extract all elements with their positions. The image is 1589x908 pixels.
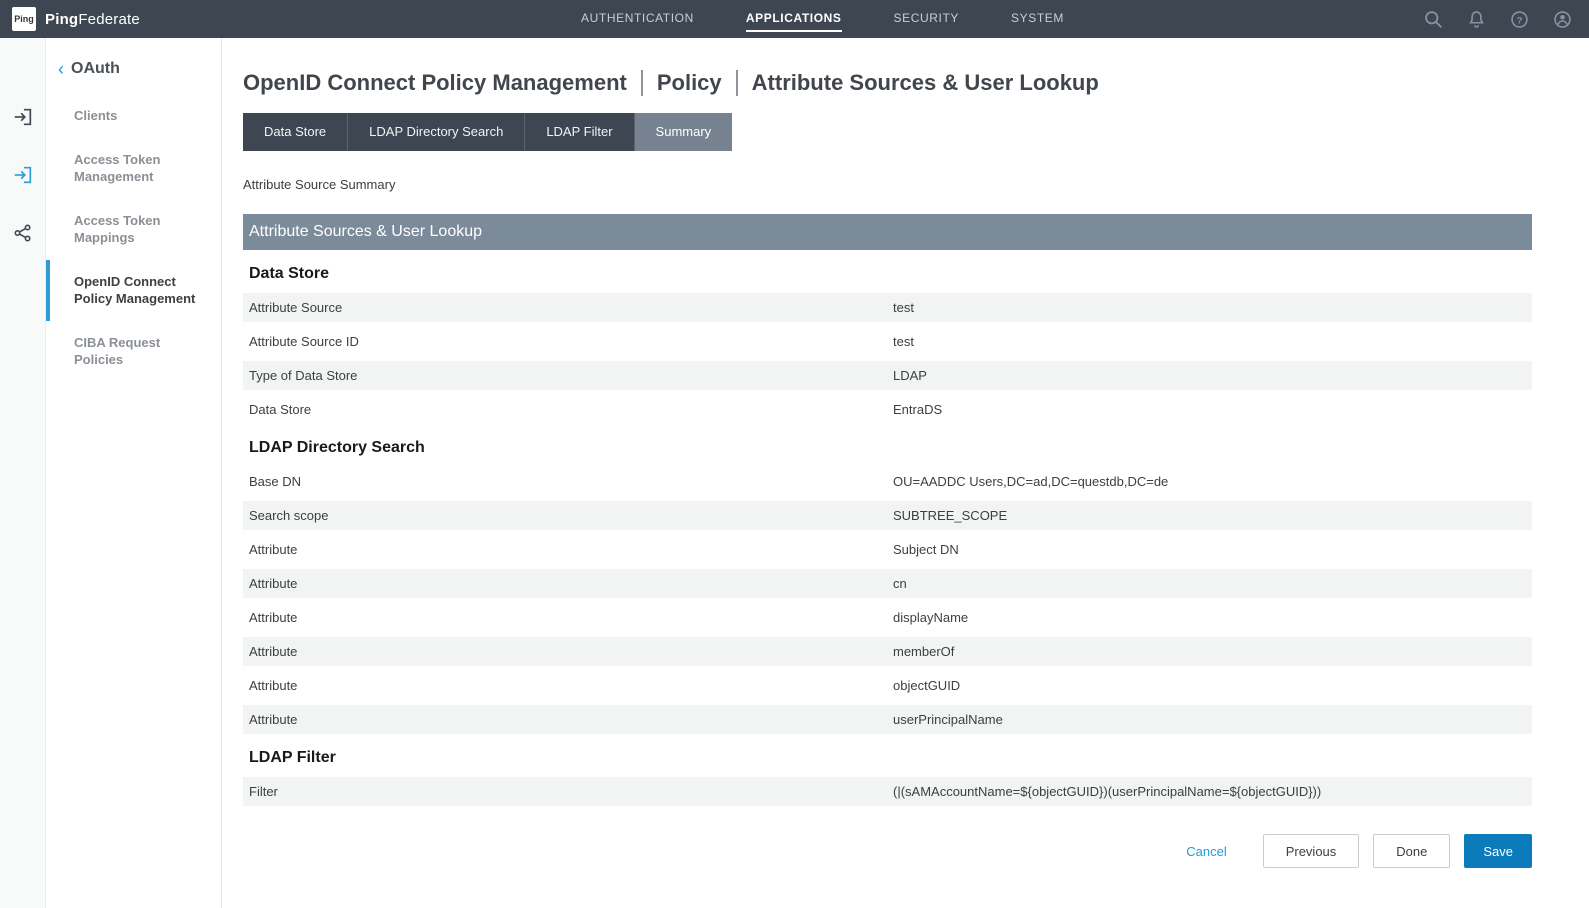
tab-summary[interactable]: Summary	[635, 113, 733, 151]
section-heading-ldap-directory-search: LDAP Directory Search	[249, 439, 1532, 457]
breadcrumb-part-policy: Policy	[657, 70, 722, 96]
summary-row: Search scope SUBTREE_SCOPE	[243, 501, 1532, 530]
row-label: Attribute Source ID	[243, 334, 893, 349]
row-value: SUBTREE_SCOPE	[893, 508, 1532, 523]
summary-row: Attribute userPrincipalName	[243, 705, 1532, 734]
summary-row: Attribute objectGUID	[243, 671, 1532, 700]
row-value: EntraDS	[893, 402, 1532, 417]
row-label: Filter	[243, 784, 893, 799]
summary-row: Attribute Source test	[243, 293, 1532, 322]
connections-icon[interactable]	[12, 222, 34, 244]
previous-button[interactable]: Previous	[1263, 834, 1360, 868]
save-button[interactable]: Save	[1464, 834, 1532, 868]
summary-row: Filter (|(sAMAccountName=${objectGUID})(…	[243, 777, 1532, 806]
row-value: test	[893, 300, 1532, 315]
topnav-item-system[interactable]: SYSTEM	[1011, 7, 1064, 32]
account-icon[interactable]	[1552, 9, 1573, 30]
row-value: OU=AADDC Users,DC=ad,DC=questdb,DC=de	[893, 474, 1532, 489]
top-navigation: AUTHENTICATION APPLICATIONS SECURITY SYS…	[242, 7, 1403, 32]
summary-row: Attribute memberOf	[243, 637, 1532, 666]
done-button[interactable]: Done	[1373, 834, 1450, 868]
section-heading-ldap-filter: LDAP Filter	[249, 749, 1532, 767]
breadcrumb-part-policy-management: OpenID Connect Policy Management	[243, 70, 627, 96]
sidebar-item-clients[interactable]: Clients	[46, 94, 221, 138]
main-content: OpenID Connect Policy Management Policy …	[222, 70, 1589, 888]
row-label: Base DN	[243, 474, 893, 489]
row-label: Attribute	[243, 644, 893, 659]
chevron-left-icon: ‹	[58, 60, 64, 78]
breadcrumb-separator	[736, 70, 738, 96]
sidebar-back-label: OAuth	[71, 60, 120, 78]
row-value: displayName	[893, 610, 1532, 625]
brand-name-bold: Ping	[45, 11, 78, 28]
topnav-item-authentication[interactable]: AUTHENTICATION	[581, 7, 694, 32]
breadcrumb-part-attribute-sources: Attribute Sources & User Lookup	[752, 70, 1099, 96]
sidebar-item-openid-connect-policy-management[interactable]: OpenID Connect Policy Management	[46, 260, 221, 321]
row-label: Attribute	[243, 542, 893, 557]
sidebar: ‹ OAuth Clients Access Token Management …	[0, 38, 222, 908]
pingfederate-logo-icon: Ping	[12, 7, 36, 31]
row-label: Search scope	[243, 508, 893, 523]
row-label: Attribute	[243, 610, 893, 625]
top-bar: Ping PingFederate AUTHENTICATION APPLICA…	[0, 0, 1589, 38]
summary-row: Type of Data Store LDAP	[243, 361, 1532, 390]
row-value: userPrincipalName	[893, 712, 1532, 727]
row-value: Subject DN	[893, 542, 1532, 557]
summary-row: Attribute displayName	[243, 603, 1532, 632]
row-label: Type of Data Store	[243, 368, 893, 383]
row-label: Data Store	[243, 402, 893, 417]
tab-ldap-directory-search[interactable]: LDAP Directory Search	[348, 113, 525, 151]
topnav-item-applications[interactable]: APPLICATIONS	[746, 7, 842, 32]
breadcrumb-separator	[641, 70, 643, 96]
tab-data-store[interactable]: Data Store	[243, 113, 348, 151]
tab-ldap-filter[interactable]: LDAP Filter	[525, 113, 634, 151]
summary-row: Attribute Subject DN	[243, 535, 1532, 564]
summary-caption: Attribute Source Summary	[243, 177, 1532, 192]
row-label: Attribute	[243, 678, 893, 693]
svg-text:?: ?	[1517, 15, 1523, 26]
row-value: (|(sAMAccountName=${objectGUID})(userPri…	[893, 784, 1532, 799]
row-value: memberOf	[893, 644, 1532, 659]
help-icon[interactable]: ?	[1509, 9, 1530, 30]
brand-name-light: Federate	[78, 11, 140, 28]
row-value: objectGUID	[893, 678, 1532, 693]
row-value: test	[893, 334, 1532, 349]
footer-actions: Cancel Previous Done Save	[243, 834, 1532, 888]
summary-row: Base DN OU=AADDC Users,DC=ad,DC=questdb,…	[243, 467, 1532, 496]
section-heading-data-store: Data Store	[249, 265, 1532, 283]
sidebar-back-oauth[interactable]: ‹ OAuth	[58, 60, 221, 78]
row-label: Attribute Source	[243, 300, 893, 315]
sidebar-icon-strip	[0, 38, 46, 908]
summary-row: Attribute Source ID test	[243, 327, 1532, 356]
page-title: OpenID Connect Policy Management Policy …	[243, 70, 1532, 96]
signon-icon[interactable]	[12, 106, 34, 128]
summary-row: Data Store EntraDS	[243, 395, 1532, 424]
row-value: cn	[893, 576, 1532, 591]
sidebar-item-ciba-request-policies[interactable]: CIBA Request Policies	[46, 321, 221, 382]
cancel-link[interactable]: Cancel	[1186, 844, 1226, 859]
sidebar-item-access-token-management[interactable]: Access Token Management	[46, 138, 221, 199]
notifications-bell-icon[interactable]	[1466, 9, 1487, 30]
row-value: LDAP	[893, 368, 1532, 383]
applications-icon[interactable]	[12, 164, 34, 186]
summary-row: Attribute cn	[243, 569, 1532, 598]
brand: Ping PingFederate	[12, 7, 242, 31]
panel-header: Attribute Sources & User Lookup	[243, 214, 1532, 250]
row-label: Attribute	[243, 576, 893, 591]
row-label: Attribute	[243, 712, 893, 727]
topnav-item-security[interactable]: SECURITY	[894, 7, 959, 32]
brand-name: PingFederate	[45, 11, 140, 28]
wizard-tabs: Data Store LDAP Directory Search LDAP Fi…	[243, 113, 1532, 151]
top-bar-icons: ?	[1403, 9, 1573, 30]
sidebar-item-access-token-mappings[interactable]: Access Token Mappings	[46, 199, 221, 260]
sidebar-menu: ‹ OAuth Clients Access Token Management …	[46, 38, 221, 908]
search-icon[interactable]	[1423, 9, 1444, 30]
